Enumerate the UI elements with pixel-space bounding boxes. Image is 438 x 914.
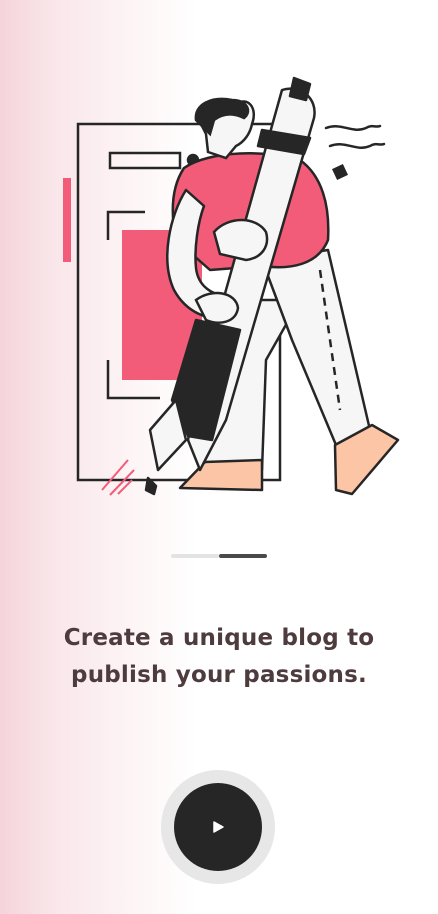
accent-lines (101, 459, 135, 496)
motion-lines (324, 124, 386, 149)
next-button-inner[interactable] (174, 783, 262, 871)
head (194, 97, 255, 160)
hero-illustration (63, 76, 400, 496)
play-icon (213, 821, 224, 833)
page-indicator-dot-2[interactable] (219, 554, 267, 558)
page-indicator-dot-1[interactable] (171, 554, 219, 558)
page-indicator (171, 554, 267, 558)
accent-bar (63, 178, 71, 262)
headline-line-1: Create a unique blog to (63, 625, 375, 651)
motion-square (332, 164, 348, 180)
onboarding-headline: Create a unique blog to publish your pas… (0, 620, 438, 694)
headline-line-2: publish your passions. (71, 662, 367, 688)
next-button[interactable] (161, 770, 275, 884)
